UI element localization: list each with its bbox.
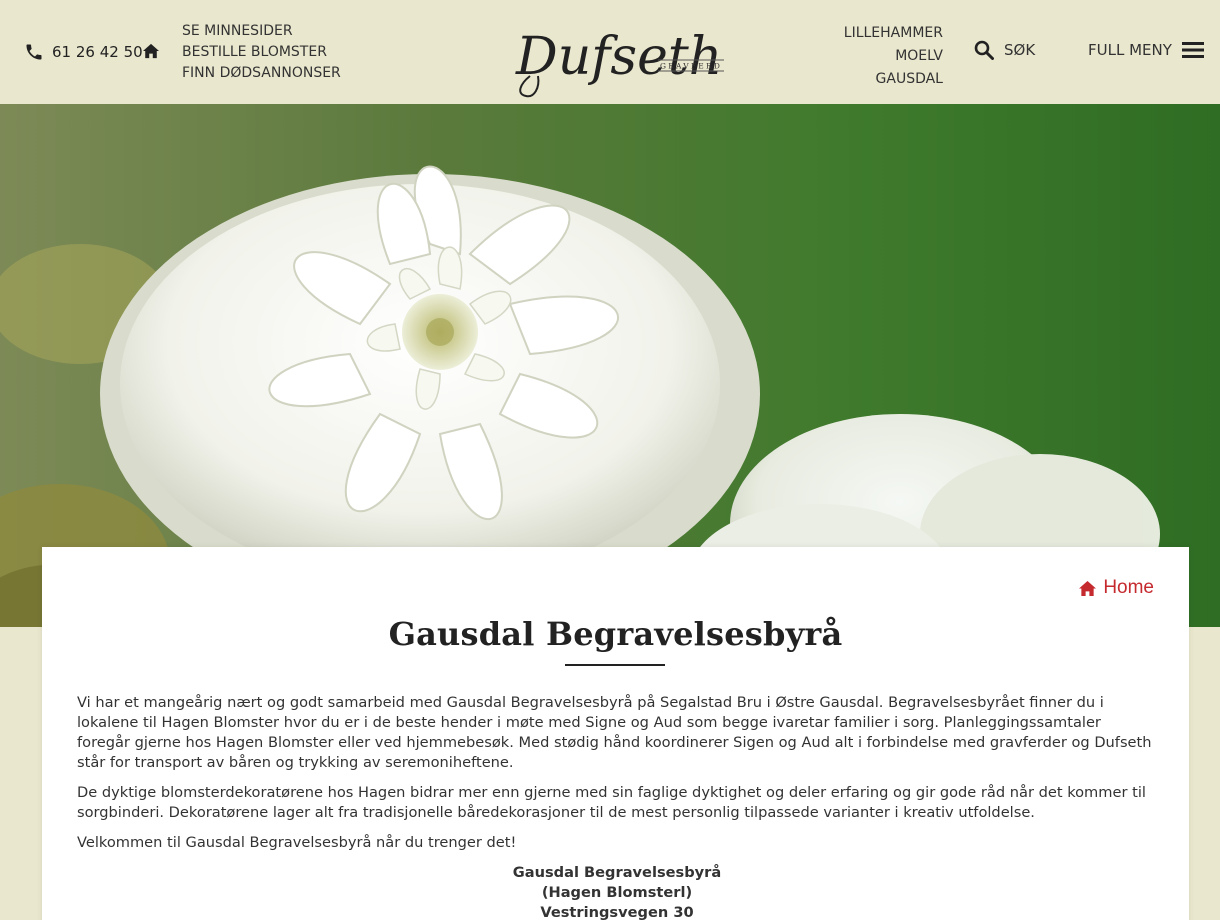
page-body: Vi har et mangeårig nært og godt samarbe… (77, 693, 1157, 920)
page-title: Gausdal Begravelsesbyrå (388, 615, 843, 653)
search-label: SØK (1004, 41, 1036, 59)
content-card: Home Gausdal Begravelsesbyrå Vi har et m… (42, 547, 1189, 920)
menu-label: FULL MENY (1088, 41, 1172, 59)
title-divider (565, 664, 665, 666)
location-gausdal[interactable]: GAUSDAL (844, 68, 943, 91)
location-links: LILLEHAMMER MOELV GAUSDAL (844, 22, 943, 91)
paragraph-decorators: De dyktige blomsterdekoratørene hos Hage… (77, 784, 1146, 821)
dufseth-logo: Dufseth GRAVFERD (515, 27, 724, 98)
home-icon (143, 43, 159, 59)
address-name: Gausdal Begravelsesbyrå (512, 864, 722, 881)
quick-links: SE MINNESIDER BESTILLE BLOMSTER FINN DØD… (182, 21, 341, 84)
link-bestille-blomster[interactable]: BESTILLE BLOMSTER (182, 42, 341, 63)
link-minnesider[interactable]: SE MINNESIDER (182, 21, 341, 42)
home-icon-link[interactable] (142, 43, 160, 63)
phone-icon (26, 44, 42, 60)
phone-number: 61 26 42 50 (52, 43, 143, 61)
paragraph-welcome: Velkommen til Gausdal Begravelsesbyrå nå… (77, 834, 517, 851)
breadcrumb-home[interactable]: Home (1078, 577, 1154, 599)
site-logo[interactable]: Dufseth GRAVFERD (512, 14, 732, 100)
full-menu-button[interactable]: FULL MENY (1088, 41, 1204, 59)
site-header: 61 26 42 50 SE MINNESIDER BESTILLE BLOMS… (0, 0, 1220, 104)
hamburger-icon (1181, 42, 1204, 58)
breadcrumb-label: Home (1103, 577, 1154, 598)
logo-subtitle: GRAVFERD (660, 62, 722, 71)
link-dodsannonser[interactable]: FINN DØDSANNONSER (182, 63, 341, 84)
location-lillehammer[interactable]: LILLEHAMMER (844, 22, 943, 45)
address-block: Gausdal Begravelsesbyrå (Hagen Blomsterl… (77, 863, 1157, 920)
address-location: (Hagen Blomsterl) (541, 884, 693, 901)
phone-link[interactable]: 61 26 42 50 (24, 42, 143, 62)
logo-text: Dufseth (515, 27, 722, 87)
search-button[interactable]: SØK (974, 40, 1035, 60)
address-street: Vestringsvegen 30 (540, 904, 694, 920)
home-icon (1079, 580, 1097, 596)
paragraph-intro: Vi har et mangeårig nært og godt samarbe… (77, 694, 1152, 771)
search-icon (974, 40, 994, 60)
location-moelv[interactable]: MOELV (844, 45, 943, 68)
